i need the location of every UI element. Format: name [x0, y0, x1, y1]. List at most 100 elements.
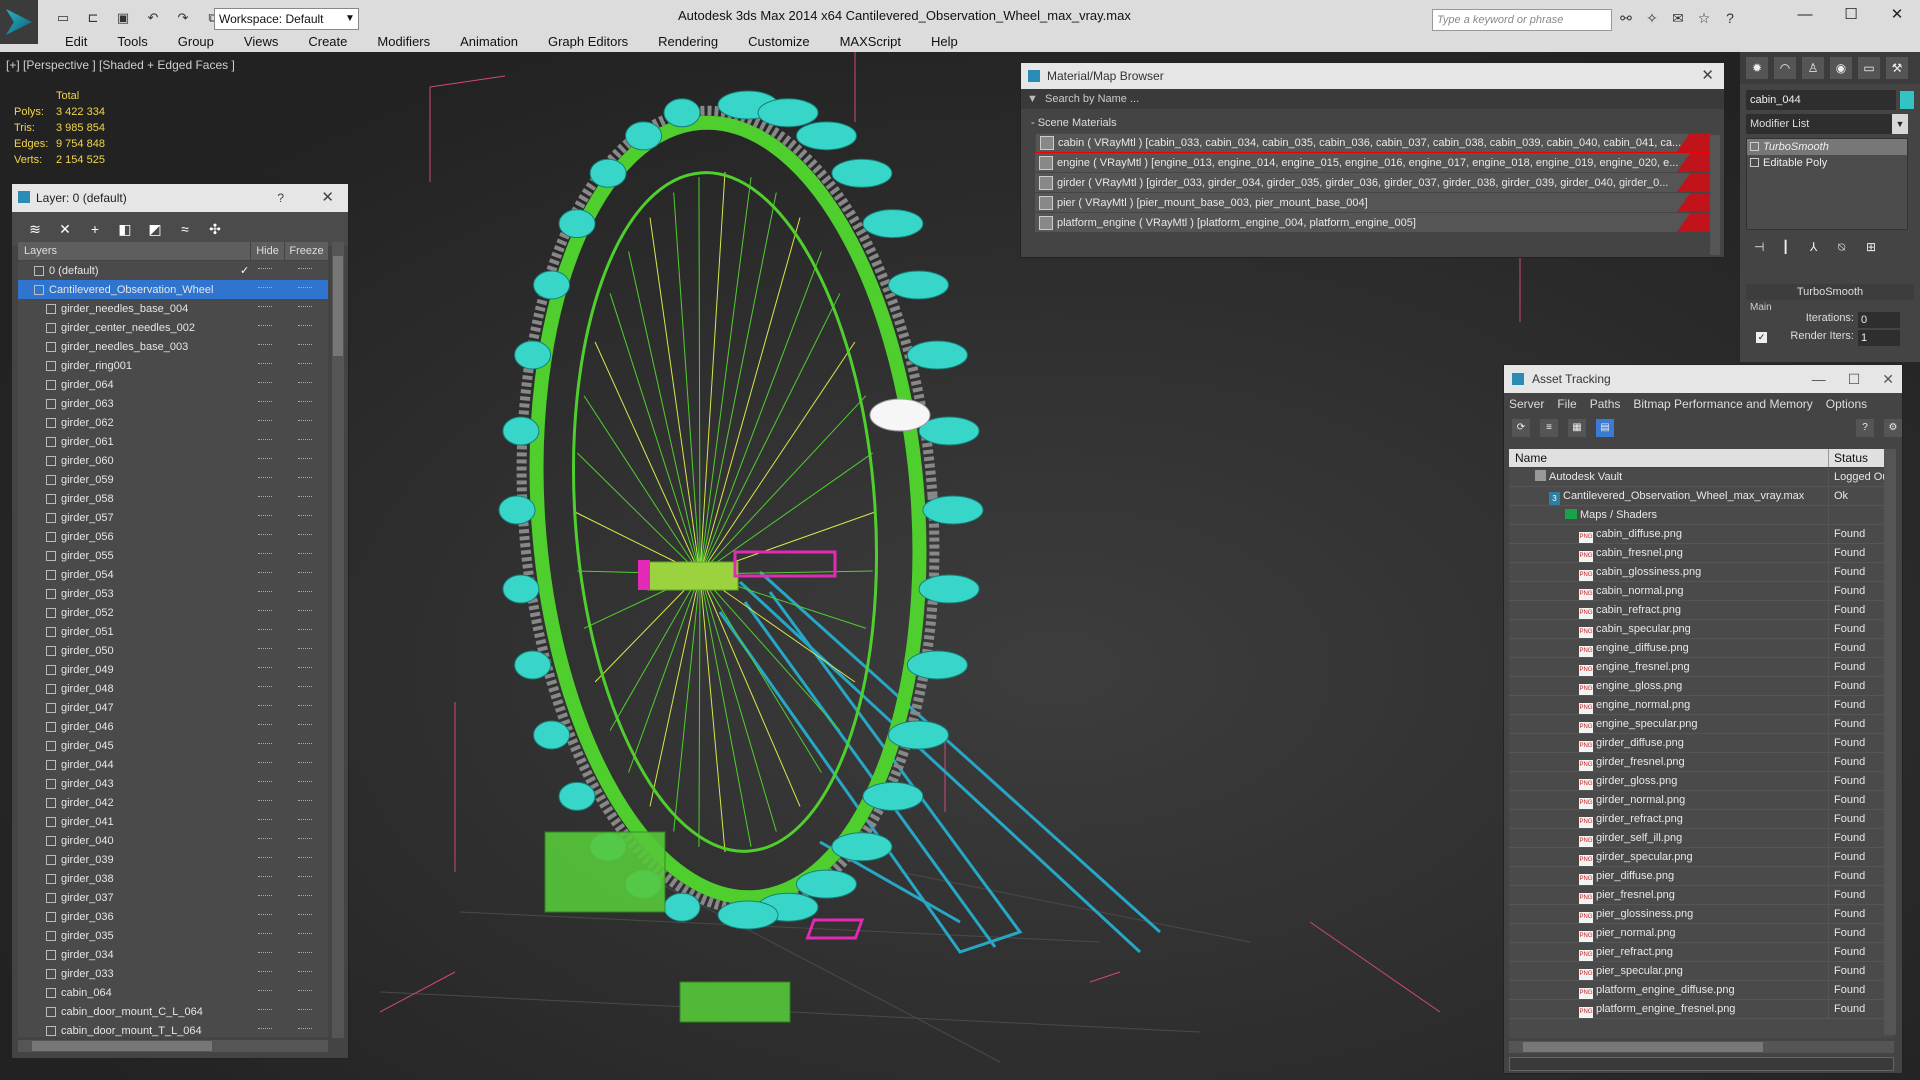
- hide-toggle[interactable]: [258, 686, 272, 688]
- hide-toggle[interactable]: [258, 743, 272, 745]
- hide-toggle[interactable]: [258, 781, 272, 783]
- layer-row[interactable]: girder_ring001: [18, 356, 328, 375]
- save-icon[interactable]: ▣: [110, 7, 136, 29]
- hide-toggle[interactable]: [258, 1028, 272, 1030]
- utilities-tab-icon[interactable]: ⚒: [1886, 57, 1908, 79]
- layer-row[interactable]: girder_051: [18, 622, 328, 641]
- settings-icon[interactable]: ⚙: [1884, 419, 1902, 437]
- hide-toggle[interactable]: [258, 572, 272, 574]
- layer-row[interactable]: girder_033: [18, 964, 328, 983]
- material-search-input[interactable]: ▼ Search by Name ...: [1021, 89, 1724, 109]
- asset-row[interactable]: PNG engine_gloss.png Found: [1509, 677, 1894, 696]
- layer-horizontal-scrollbar[interactable]: [18, 1040, 328, 1052]
- freeze-toggle[interactable]: [298, 591, 312, 593]
- freeze-toggle[interactable]: [298, 458, 312, 460]
- binoculars-icon[interactable]: ⚯: [1616, 10, 1636, 28]
- asset-row[interactable]: PNG pier_refract.png Found: [1509, 943, 1894, 962]
- hide-toggle[interactable]: [258, 325, 272, 327]
- asset-row[interactable]: PNG cabin_fresnel.png Found: [1509, 544, 1894, 563]
- layer-row[interactable]: girder_050: [18, 641, 328, 660]
- active-layer-check-icon[interactable]: ✓: [240, 264, 249, 277]
- hide-toggle[interactable]: [258, 876, 272, 878]
- layer-row[interactable]: girder_062: [18, 413, 328, 432]
- viewport-label[interactable]: [+] [Perspective ] [Shaded + Edged Faces…: [6, 58, 235, 72]
- table-view-icon[interactable]: ▤: [1596, 419, 1614, 437]
- menu-tools[interactable]: Tools: [102, 33, 162, 51]
- scroll-thumb[interactable]: [1523, 1042, 1763, 1052]
- configure-modifier-sets-icon[interactable]: ⊞: [1866, 240, 1880, 256]
- layer-row[interactable]: girder_center_needles_002: [18, 318, 328, 337]
- remove-modifier-icon[interactable]: ⍉: [1838, 240, 1852, 256]
- close-icon[interactable]: ✕: [1701, 63, 1714, 89]
- hide-toggle[interactable]: [258, 439, 272, 441]
- workspace-selector[interactable]: Workspace: Default: [214, 8, 359, 30]
- asset-row[interactable]: PNG engine_normal.png Found: [1509, 696, 1894, 715]
- hide-toggle[interactable]: [258, 705, 272, 707]
- hide-toggle[interactable]: [258, 838, 272, 840]
- layer-row[interactable]: girder_044: [18, 755, 328, 774]
- layer-row[interactable]: girder_038: [18, 869, 328, 888]
- hide-toggle[interactable]: [258, 268, 272, 270]
- freeze-toggle[interactable]: [298, 344, 312, 346]
- asset-menu-options[interactable]: Options: [1826, 393, 1867, 415]
- hide-toggle[interactable]: [258, 591, 272, 593]
- add-to-layer-icon[interactable]: +: [86, 220, 104, 238]
- layer-row[interactable]: girder_052: [18, 603, 328, 622]
- freeze-toggle[interactable]: [298, 363, 312, 365]
- freeze-toggle[interactable]: [298, 857, 312, 859]
- menu-views[interactable]: Views: [229, 33, 293, 51]
- freeze-toggle[interactable]: [298, 401, 312, 403]
- asset-row[interactable]: Maps / Shaders: [1509, 506, 1894, 525]
- layer-row[interactable]: girder_040: [18, 831, 328, 850]
- layer-vertical-scrollbar[interactable]: [332, 242, 344, 1038]
- layer-row[interactable]: girder_041: [18, 812, 328, 831]
- hide-toggle[interactable]: [258, 933, 272, 935]
- freeze-toggle[interactable]: [298, 876, 312, 878]
- freeze-toggle[interactable]: [298, 743, 312, 745]
- freeze-toggle[interactable]: [298, 762, 312, 764]
- layer-row[interactable]: girder_048: [18, 679, 328, 698]
- hide-toggle[interactable]: [258, 420, 272, 422]
- layer-row[interactable]: cabin_064: [18, 983, 328, 1002]
- material-browser-titlebar[interactable]: Material/Map Browser ✕: [1021, 63, 1724, 89]
- freeze-toggle[interactable]: [298, 648, 312, 650]
- modify-tab-icon[interactable]: ◠: [1774, 57, 1796, 79]
- asset-row[interactable]: PNG pier_diffuse.png Found: [1509, 867, 1894, 886]
- undo-icon[interactable]: ↶: [140, 7, 166, 29]
- hide-toggle[interactable]: [258, 952, 272, 954]
- layer-row[interactable]: 0 (default) ✓: [18, 261, 328, 280]
- hide-toggle[interactable]: [258, 477, 272, 479]
- layer-row[interactable]: cabin_door_mount_T_L_064: [18, 1021, 328, 1037]
- freeze-toggle[interactable]: [298, 781, 312, 783]
- asset-row[interactable]: PNG pier_fresnel.png Found: [1509, 886, 1894, 905]
- layer-row[interactable]: cabin_door_mount_C_L_064: [18, 1002, 328, 1021]
- freeze-toggle[interactable]: [298, 705, 312, 707]
- freeze-toggle[interactable]: [298, 724, 312, 726]
- modifier-editable-poly[interactable]: Editable Poly: [1747, 155, 1907, 171]
- asset-row[interactable]: 3 Cantilevered_Observation_Wheel_max_vray…: [1509, 487, 1894, 506]
- open-file-icon[interactable]: ⊏: [80, 7, 106, 29]
- layer-row[interactable]: girder_049: [18, 660, 328, 679]
- asset-row[interactable]: PNG pier_glossiness.png Found: [1509, 905, 1894, 924]
- layer-row[interactable]: girder_035: [18, 926, 328, 945]
- favorites-star-icon[interactable]: ☆: [1694, 10, 1714, 28]
- iterations-spinner[interactable]: 0: [1858, 312, 1900, 328]
- material-row[interactable]: platform_engine ( VRayMtl ) [platform_en…: [1035, 213, 1712, 233]
- freeze-toggle[interactable]: [298, 838, 312, 840]
- hide-all-icon[interactable]: ≈: [176, 220, 194, 238]
- asset-row[interactable]: PNG girder_specular.png Found: [1509, 848, 1894, 867]
- expand-plus-icon[interactable]: [1750, 158, 1759, 167]
- asset-menu-server[interactable]: Server: [1509, 393, 1544, 415]
- scene-materials-group[interactable]: - Scene Materials: [1021, 113, 1724, 133]
- chevron-down-icon[interactable]: ▼: [1892, 114, 1908, 134]
- hide-toggle[interactable]: [258, 363, 272, 365]
- material-row[interactable]: girder ( VRayMtl ) [girder_033, girder_0…: [1035, 173, 1712, 193]
- asset-row[interactable]: PNG girder_self_ill.png Found: [1509, 829, 1894, 848]
- scroll-thumb[interactable]: [333, 256, 343, 356]
- asset-row[interactable]: PNG girder_refract.png Found: [1509, 810, 1894, 829]
- freeze-toggle[interactable]: [298, 268, 312, 270]
- close-button[interactable]: ✕: [1882, 365, 1894, 393]
- asset-tracking-titlebar[interactable]: Asset Tracking — ☐ ✕: [1504, 365, 1902, 393]
- layer-row[interactable]: girder_061: [18, 432, 328, 451]
- search-input[interactable]: Type a keyword or phrase: [1432, 9, 1612, 31]
